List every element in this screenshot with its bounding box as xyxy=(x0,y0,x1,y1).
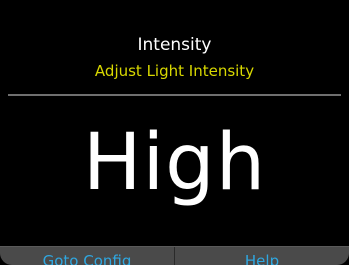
header: Intensity Adjust Light Intensity xyxy=(0,0,349,96)
bottom-bar: Goto Config Help xyxy=(0,246,349,265)
intensity-value: High xyxy=(82,118,267,208)
page-title: Intensity xyxy=(137,35,212,55)
page-subtitle: Adjust Light Intensity xyxy=(94,62,255,80)
header-divider xyxy=(8,94,341,96)
goto-config-button[interactable]: Goto Config xyxy=(0,247,174,265)
help-button[interactable]: Help xyxy=(174,247,349,265)
intensity-screen: Intensity Adjust Light Intensity High Go… xyxy=(0,0,349,265)
